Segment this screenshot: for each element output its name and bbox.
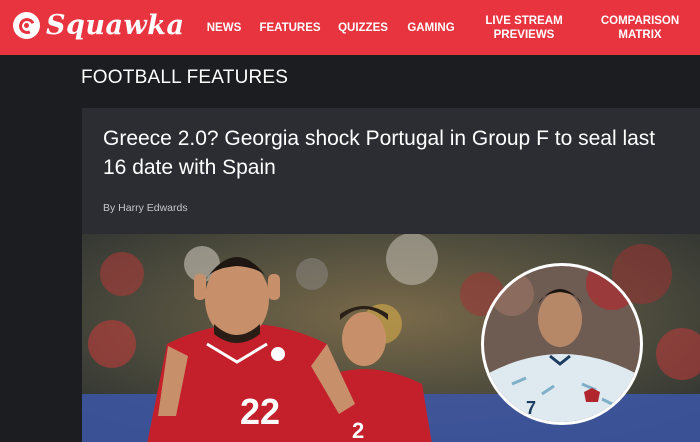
article-headline[interactable]: Greece 2.0? Georgia shock Portugal in Gr…: [103, 124, 673, 182]
hero-illustration: 2 22 7: [82, 234, 700, 442]
nav-gaming[interactable]: GAMING: [403, 0, 459, 55]
nav-live-stream-previews[interactable]: LIVE STREAM PREVIEWS: [480, 0, 568, 55]
article-hero-image[interactable]: 2 22 7: [82, 234, 700, 442]
nav-comparison-matrix[interactable]: COMPARISON MATRIX: [592, 0, 688, 55]
nav-quizzes[interactable]: QUIZZES: [335, 0, 391, 55]
site-logo[interactable]: Squawka: [13, 10, 184, 41]
svg-text:2: 2: [352, 418, 364, 442]
left-gutter: [0, 55, 82, 442]
article-byline[interactable]: By Harry Edwards: [103, 202, 188, 214]
nav-news[interactable]: NEWS: [200, 0, 248, 55]
section-title: FOOTBALL FEATURES: [81, 67, 289, 88]
squawka-logo-icon: [13, 12, 40, 39]
nav-features[interactable]: FEATURES: [258, 0, 322, 55]
brand-name: Squawka: [46, 10, 185, 41]
site-header: Squawka NEWS FEATURES QUIZZES GAMING LIV…: [0, 0, 700, 55]
svg-text:22: 22: [240, 391, 280, 432]
